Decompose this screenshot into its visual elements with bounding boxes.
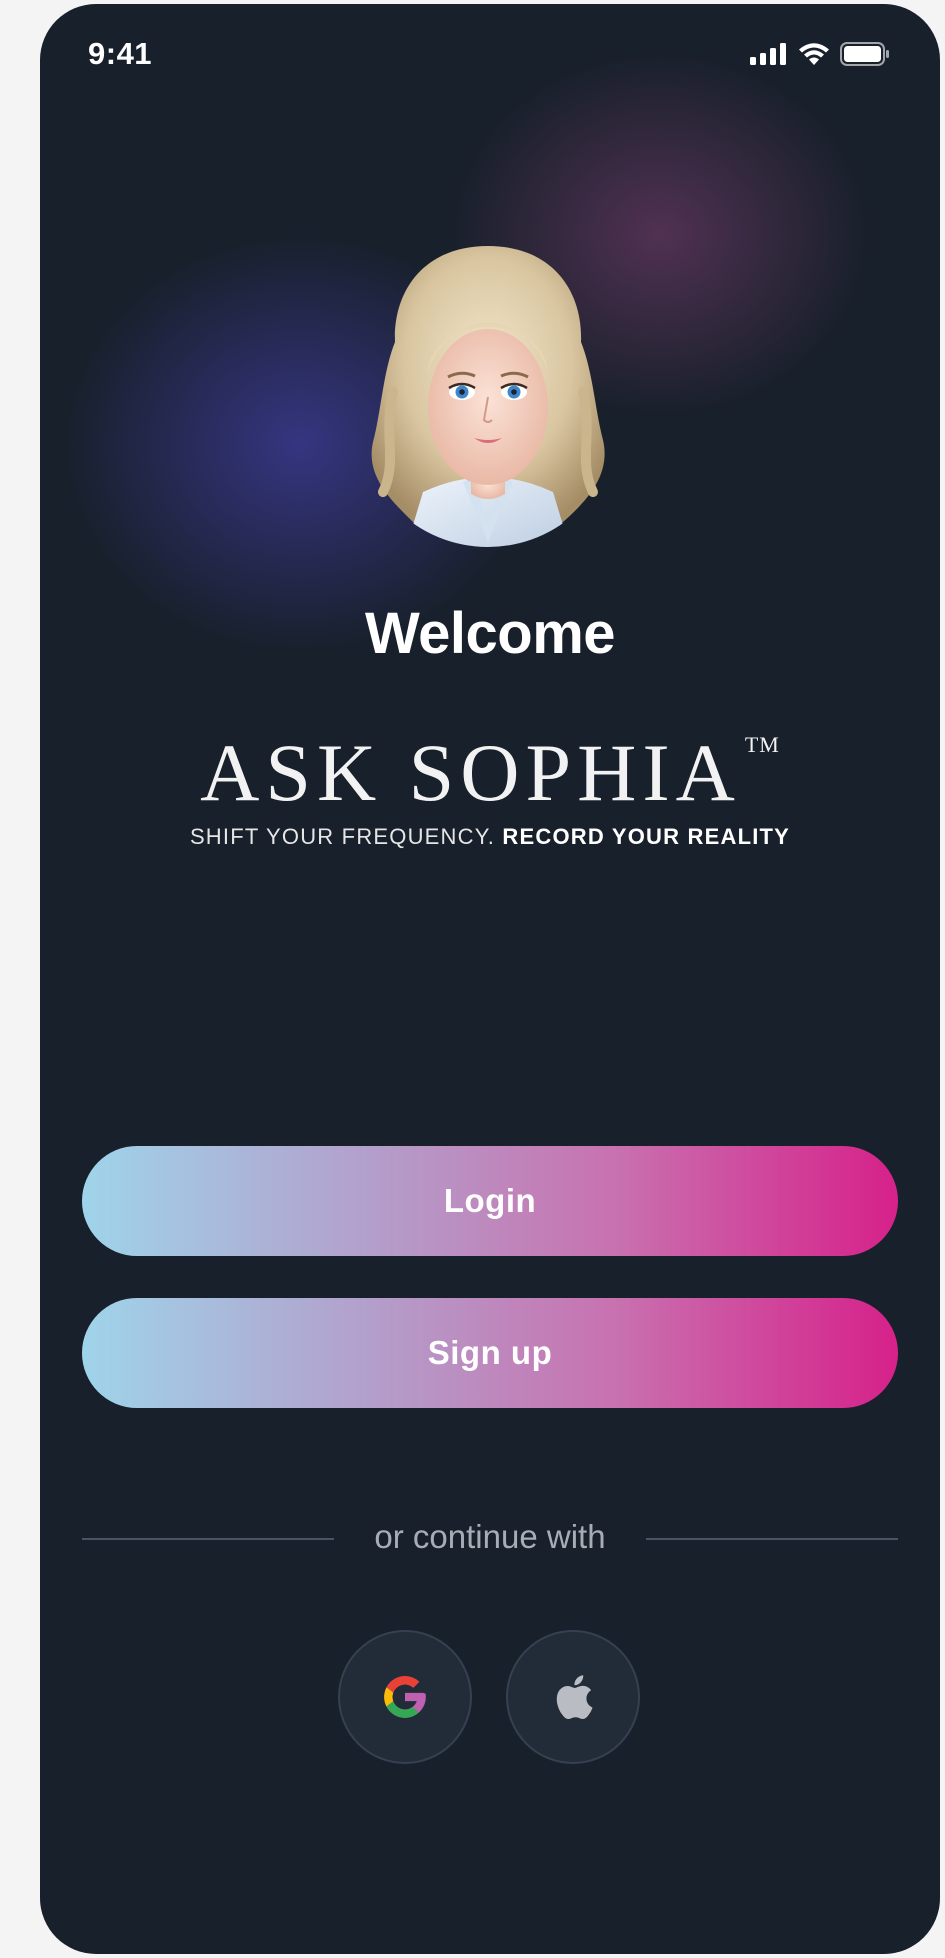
continue-with-divider: or continue with [82,1514,898,1564]
login-button[interactable]: Login [82,1146,898,1256]
tagline: SHIFT YOUR FREQUENCY. RECORD YOUR REALIT… [40,824,940,850]
signup-button[interactable]: Sign up [82,1298,898,1408]
status-time: 9:41 [88,36,153,71]
wifi-icon [799,43,829,65]
google-icon [384,1676,426,1718]
tagline-part-1: SHIFT YOUR FREQUENCY. [189,824,496,849]
trademark-symbol: TM [744,732,780,757]
continue-with-text: or continue with [374,1518,606,1555]
sophia-avatar [371,246,605,547]
battery-icon [840,42,889,66]
cellular-signal-icon [750,43,786,65]
status-bar: 9:41 [40,4,940,104]
status-icons [750,42,890,66]
apple-icon [556,1675,593,1720]
google-signin-button[interactable] [338,1630,472,1764]
apple-signin-button[interactable] [506,1630,640,1764]
tagline-part-2: RECORD YOUR REALITY [502,824,791,849]
divider-line-right [646,1538,898,1540]
brand-name: ASK SOPHIA [200,727,741,818]
welcome-heading: Welcome [364,601,616,666]
phone-screen: 9:41 Welcome ASK SOPHIA TM SHIFT YOUR FR… [40,4,940,1954]
brand-wordmark: ASK SOPHIA TM [40,726,940,820]
